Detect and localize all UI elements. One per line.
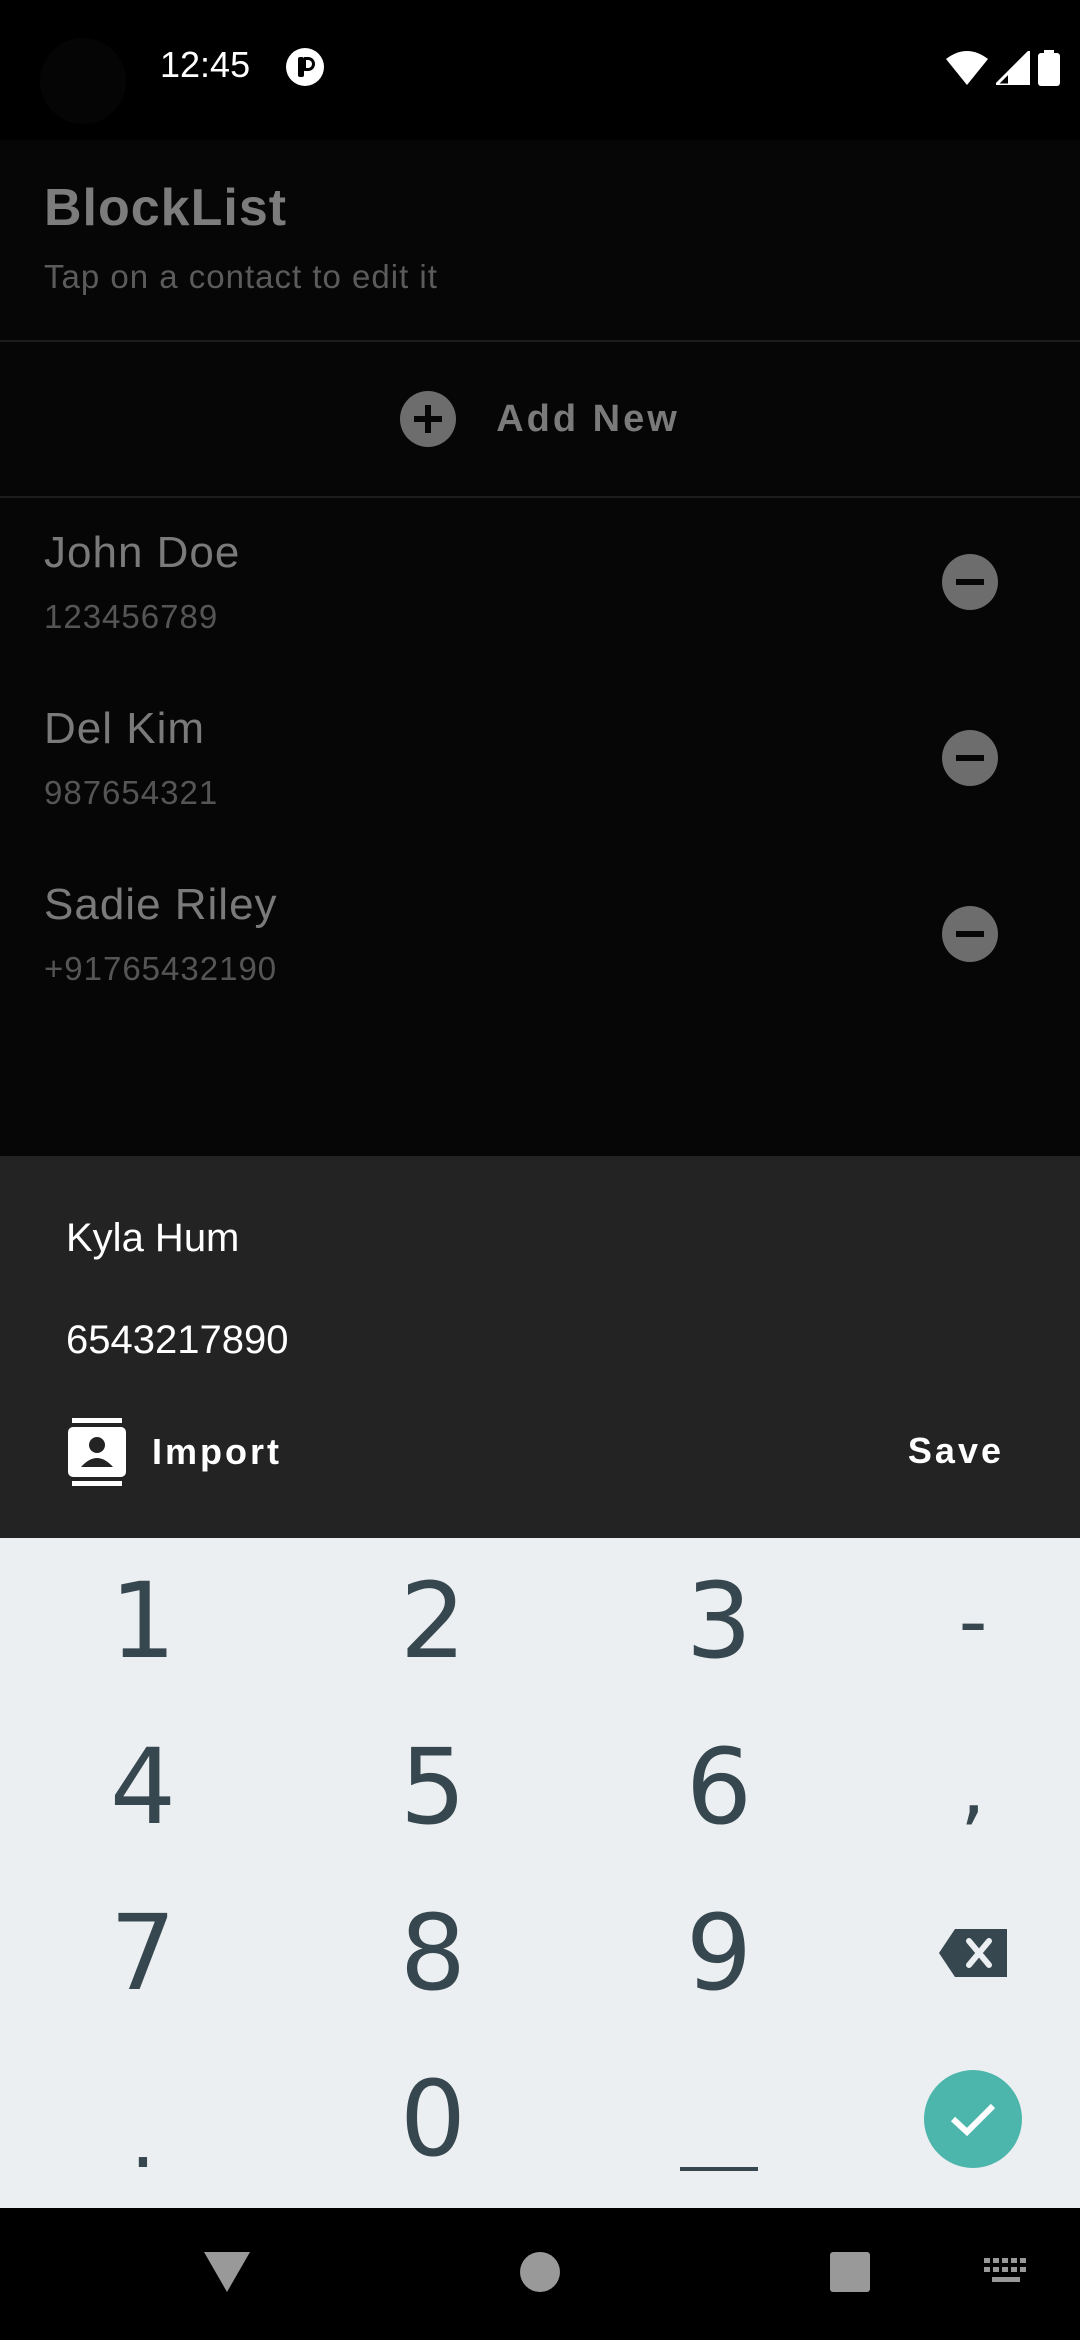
add-new-button[interactable]: Add New bbox=[0, 342, 1080, 496]
status-time: 12:45 bbox=[160, 44, 251, 85]
underscore-glyph bbox=[680, 2167, 758, 2171]
navigation-bar bbox=[0, 2208, 1080, 2340]
recents-icon[interactable] bbox=[830, 2252, 870, 2292]
contact-name: John Doe bbox=[44, 528, 241, 577]
status-icons bbox=[946, 50, 1060, 86]
check-icon bbox=[950, 2103, 996, 2137]
key-underscore[interactable] bbox=[584, 2036, 854, 2202]
key-7[interactable]: 7 bbox=[8, 1870, 278, 2036]
contact-name: Del Kim bbox=[44, 704, 206, 753]
key-0[interactable]: 0 bbox=[298, 2036, 568, 2202]
contact-phone-field[interactable]: 6543217890 bbox=[66, 1318, 288, 1363]
contact-item[interactable]: John Doe 123456789 bbox=[0, 498, 1080, 674]
contact-name-field[interactable]: Kyla Hum bbox=[66, 1216, 239, 1261]
key-dash[interactable]: - bbox=[838, 1538, 1080, 1704]
page-subtitle: Tap on a contact to edit it bbox=[44, 258, 438, 295]
remove-contact-icon[interactable] bbox=[942, 554, 998, 610]
contact-name: Sadie Riley bbox=[44, 880, 278, 929]
contact-item[interactable]: Del Kim 987654321 bbox=[0, 674, 1080, 850]
remove-contact-icon[interactable] bbox=[942, 906, 998, 962]
import-button[interactable]: Import bbox=[68, 1416, 282, 1488]
contact-item[interactable]: Sadie Riley +91765432190 bbox=[0, 850, 1080, 1026]
key-1[interactable]: 1 bbox=[8, 1538, 278, 1704]
contact-phone: 987654321 bbox=[44, 774, 219, 811]
battery-icon bbox=[1038, 50, 1060, 86]
save-button[interactable]: Save bbox=[908, 1430, 1004, 1472]
key-9[interactable]: 9 bbox=[584, 1870, 854, 2036]
contacts-book-icon bbox=[68, 1418, 126, 1486]
wifi-icon bbox=[946, 51, 988, 85]
key-8[interactable]: 8 bbox=[298, 1870, 568, 2036]
page-title: BlockList bbox=[44, 179, 288, 237]
key-4[interactable]: 4 bbox=[8, 1704, 278, 1870]
key-6[interactable]: 6 bbox=[584, 1704, 854, 1870]
add-new-label: Add New bbox=[496, 397, 680, 440]
backspace-key[interactable] bbox=[838, 1870, 1080, 2036]
backspace-icon bbox=[939, 1929, 1007, 1977]
key-period[interactable]: . bbox=[8, 2036, 278, 2202]
key-comma[interactable]: , bbox=[838, 1704, 1080, 1870]
edit-contact-sheet: Kyla Hum 6543217890 Import Save bbox=[0, 1156, 1080, 1538]
import-label: Import bbox=[152, 1431, 282, 1472]
add-circle-icon bbox=[400, 391, 457, 447]
key-5[interactable]: 5 bbox=[298, 1704, 568, 1870]
status-bar: 12:45 bbox=[0, 0, 1080, 140]
done-key[interactable] bbox=[838, 2036, 1080, 2202]
contact-phone: +91765432190 bbox=[44, 950, 278, 987]
main-screen: BlockList Tap on a contact to edit it Ad… bbox=[0, 140, 1080, 1156]
done-button[interactable] bbox=[924, 2070, 1022, 2168]
numeric-keyboard: 1 2 3 - 4 5 6 , 7 8 9 . 0 bbox=[0, 1538, 1080, 2208]
notification-icon bbox=[286, 48, 324, 86]
key-2[interactable]: 2 bbox=[298, 1538, 568, 1704]
camera-cutout bbox=[40, 38, 126, 124]
remove-contact-icon[interactable] bbox=[942, 730, 998, 786]
back-icon[interactable] bbox=[204, 2252, 250, 2292]
home-icon[interactable] bbox=[520, 2252, 560, 2292]
cellular-signal-icon bbox=[996, 51, 1030, 85]
keyboard-switch-icon[interactable] bbox=[984, 2258, 1028, 2286]
contact-phone: 123456789 bbox=[44, 598, 219, 635]
key-3[interactable]: 3 bbox=[584, 1538, 854, 1704]
